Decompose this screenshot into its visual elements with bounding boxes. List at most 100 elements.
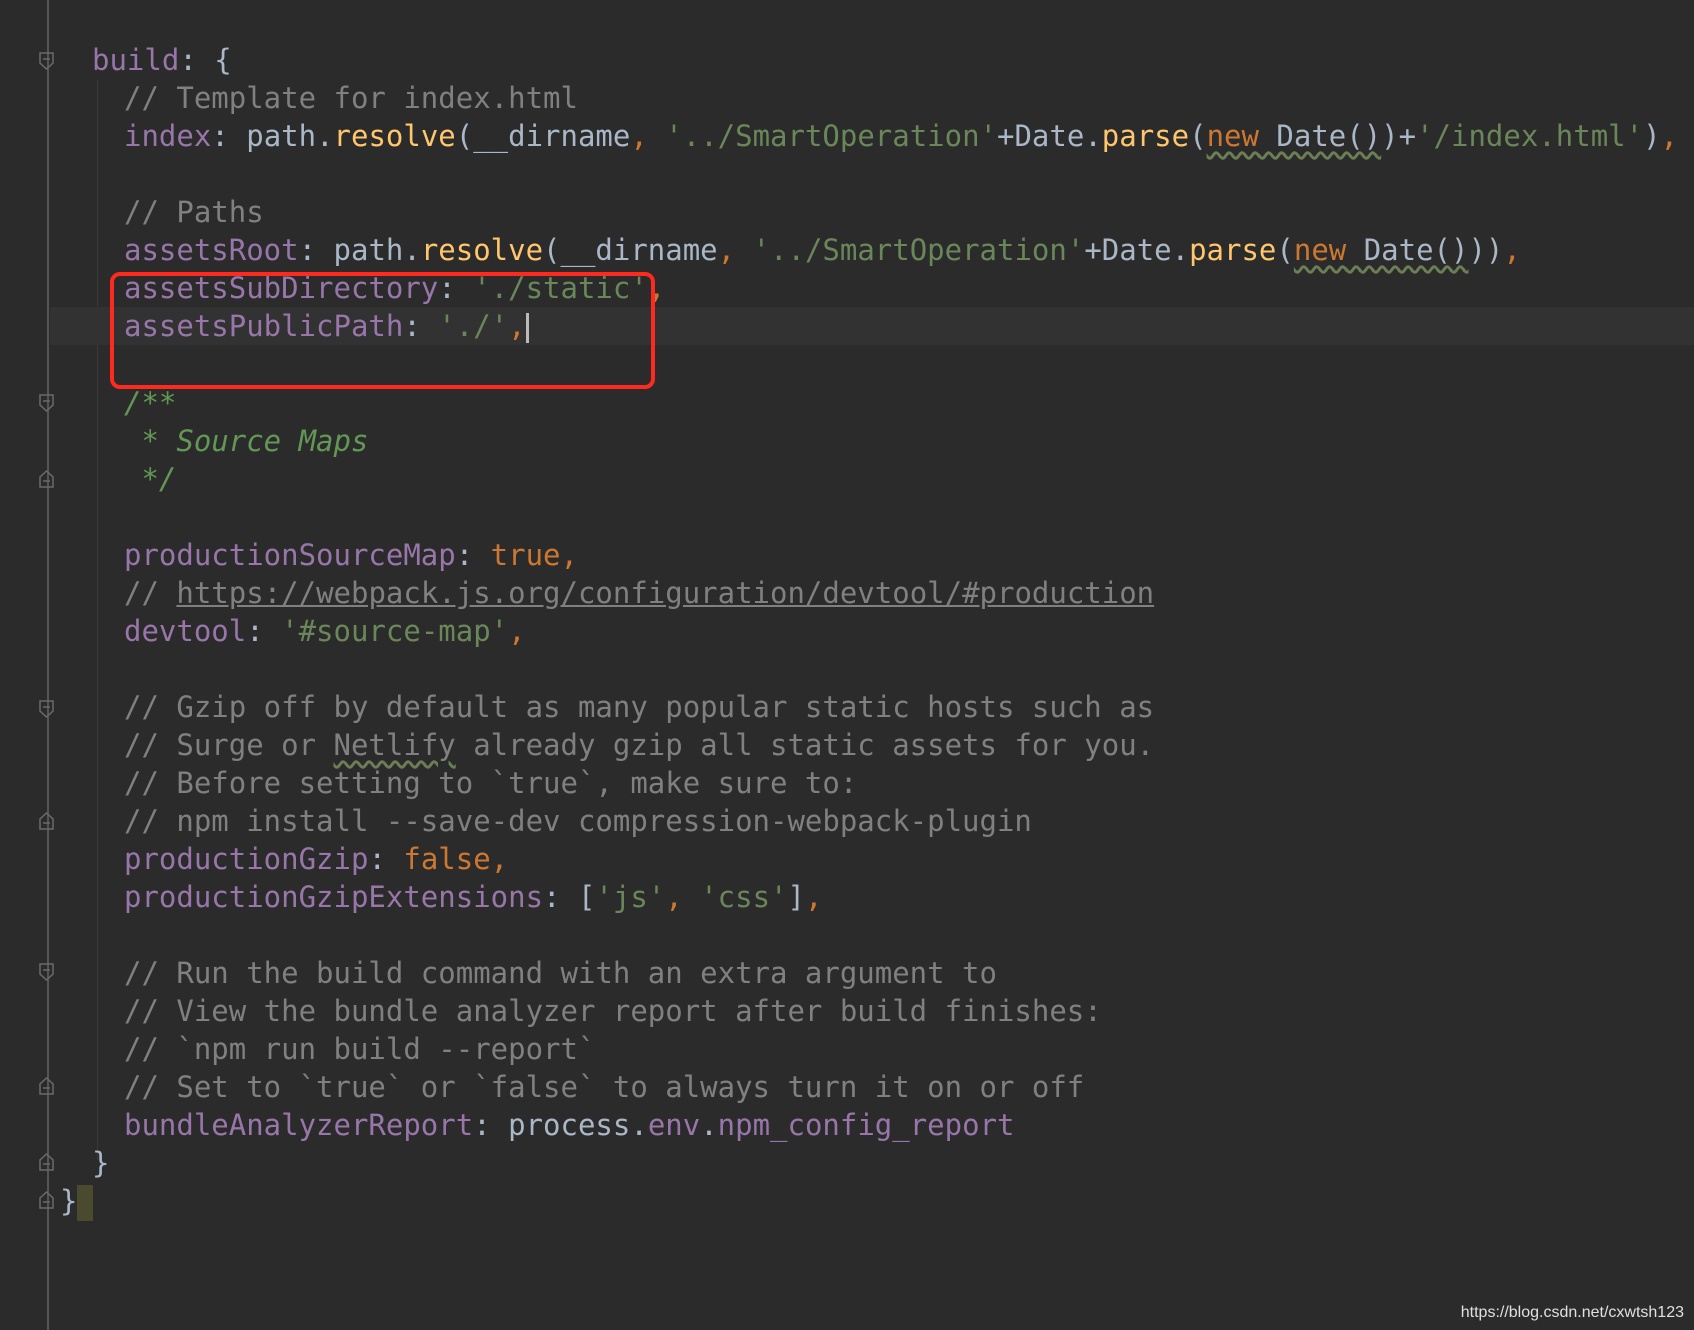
code-token: // Template for index.html — [124, 81, 578, 115]
code-token: new — [1293, 233, 1347, 267]
code-line-root-close: } — [60, 1182, 94, 1221]
code-token: '#source-map' — [281, 614, 509, 648]
code-token: : — [455, 538, 491, 572]
code-token: : — [246, 614, 282, 648]
fold-open-icon[interactable] — [39, 52, 54, 71]
code-token: // Set to `true` or `false` to always tu… — [124, 1070, 1085, 1104]
code-line-comment-gzip-2: // Surge or Netlify already gzip all sta… — [124, 726, 1154, 764]
code-token: env — [647, 1108, 701, 1142]
code-token: productionSourceMap — [124, 538, 456, 572]
code-line-comment-gzip-3: // Before setting to `true`, make sure t… — [124, 764, 857, 802]
fold-close-icon[interactable] — [39, 1152, 54, 1171]
code-token: : path. — [298, 233, 421, 267]
code-token: // Surge or — [124, 728, 334, 762]
code-line-devtool: devtool: '#source-map', — [124, 612, 526, 650]
code-token: '../SmartOperation' — [752, 233, 1085, 267]
code-token: : process. — [473, 1108, 648, 1142]
code-token: */ — [124, 462, 177, 496]
code-line-comment-paths: // Paths — [124, 193, 264, 231]
code-token: parse — [1101, 119, 1190, 153]
code-token: } — [60, 1184, 78, 1218]
code-token: Date() — [1346, 233, 1469, 267]
code-token: // Gzip off by default as many popular s… — [124, 690, 1155, 724]
code-line-build-close: } — [92, 1144, 109, 1182]
gutter-separator — [47, 0, 49, 1330]
fold-open-icon[interactable] — [39, 963, 54, 982]
code-token: productionGzip — [124, 842, 369, 876]
code-token: // Before setting to `true`, make sure t… — [124, 766, 858, 800]
code-token: resolve — [333, 119, 456, 153]
code-token: )) — [1468, 233, 1504, 267]
code-token: // — [124, 576, 177, 610]
code-token: new — [1206, 119, 1259, 153]
code-editor[interactable]: build: { // Template for index.html inde… — [0, 0, 1694, 1330]
code-token: '/index.html' — [1416, 119, 1644, 153]
code-line-index: index: path.resolve(__dirname, '../Smart… — [124, 117, 1678, 155]
code-token: +Date. — [997, 119, 1102, 153]
fold-close-icon[interactable] — [39, 469, 54, 488]
code-token: ] — [787, 880, 805, 914]
code-line-bundle-analyzer-report: bundleAnalyzerReport: process.env.npm_co… — [124, 1106, 1014, 1144]
code-token: resolve — [420, 233, 544, 267]
code-token: true, — [490, 538, 578, 572]
code-token: (__dirname — [455, 119, 631, 153]
code-token: : { — [179, 43, 232, 77]
code-line-assets-root: assetsRoot: path.resolve(__dirname, '../… — [124, 231, 1521, 269]
code-token: index — [124, 119, 212, 153]
code-token: )+ — [1381, 119, 1417, 153]
code-line-comment-run-4: // Set to `true` or `false` to always tu… — [124, 1068, 1084, 1106]
code-line-comment-run-3: // `npm run build --report` — [124, 1030, 595, 1068]
code-token: * Source Maps — [124, 424, 369, 458]
code-token: ( — [1276, 233, 1294, 267]
code-token: ) — [1643, 119, 1661, 153]
fold-open-icon[interactable] — [39, 700, 54, 719]
code-token: '../SmartOperation' — [665, 119, 998, 153]
code-line-comment-run-2: // View the bundle analyzer report after… — [124, 992, 1102, 1030]
code-token: // Run the build command with an extra a… — [124, 956, 997, 990]
code-line-production-gzip: productionGzip: false, — [124, 840, 508, 878]
code-token: (__dirname — [543, 233, 718, 267]
code-token: , — [1660, 119, 1679, 153]
code-token: , — [1503, 233, 1521, 267]
code-token: /** — [124, 386, 177, 420]
code-token: // `npm run build --report` — [124, 1032, 596, 1066]
code-line-comment-url: // https://webpack.js.org/configuration/… — [124, 574, 1154, 612]
code-token: https://webpack.js.org/configuration/dev… — [176, 576, 1155, 610]
code-token: 'js' — [595, 880, 666, 914]
indent-guide — [97, 80, 98, 1160]
code-token: , — [717, 233, 753, 267]
code-token: : — [368, 842, 404, 876]
code-token: , — [508, 614, 526, 648]
code-line-comment-template: // Template for index.html — [124, 79, 578, 117]
code-token: assetsRoot — [124, 233, 299, 267]
code-line-production-gzip-extensions: productionGzipExtensions: ['js', 'css'], — [124, 878, 822, 916]
code-token: parse — [1189, 233, 1277, 267]
annotation-highlight-box — [110, 272, 655, 389]
code-token: , — [804, 880, 823, 914]
code-token: 'css' — [700, 880, 788, 914]
code-token: build — [92, 43, 180, 77]
code-token: // npm install --save-dev compression-we… — [124, 804, 1032, 838]
code-token: } — [92, 1146, 110, 1180]
code-line-comment-gzip-4: // npm install --save-dev compression-we… — [124, 802, 1032, 840]
code-token: , — [630, 119, 666, 153]
code-token: already gzip all static assets for you. — [455, 728, 1155, 762]
code-token: false, — [403, 842, 509, 876]
code-token: ( — [1189, 119, 1207, 153]
fold-open-icon[interactable] — [39, 394, 54, 413]
fold-close-icon[interactable] — [39, 1076, 54, 1095]
code-token: npm_config_report — [717, 1108, 1015, 1142]
code-token: // Paths — [124, 195, 264, 229]
fold-close-icon[interactable] — [39, 1190, 54, 1209]
code-line-comment-run-1: // Run the build command with an extra a… — [124, 954, 997, 992]
code-token: +Date. — [1084, 233, 1190, 267]
code-line-doc-source-maps: * Source Maps — [124, 422, 368, 460]
code-line-doc-open: /** — [124, 384, 176, 422]
code-line-production-source-map: productionSourceMap: true, — [124, 536, 578, 574]
code-token: , — [665, 880, 701, 914]
fold-close-icon[interactable] — [39, 811, 54, 830]
code-token: // View the bundle analyzer report after… — [124, 994, 1102, 1028]
code-token: . — [700, 1108, 718, 1142]
code-token: Netlify — [333, 728, 456, 762]
code-line-build-open: build: { — [92, 41, 232, 79]
